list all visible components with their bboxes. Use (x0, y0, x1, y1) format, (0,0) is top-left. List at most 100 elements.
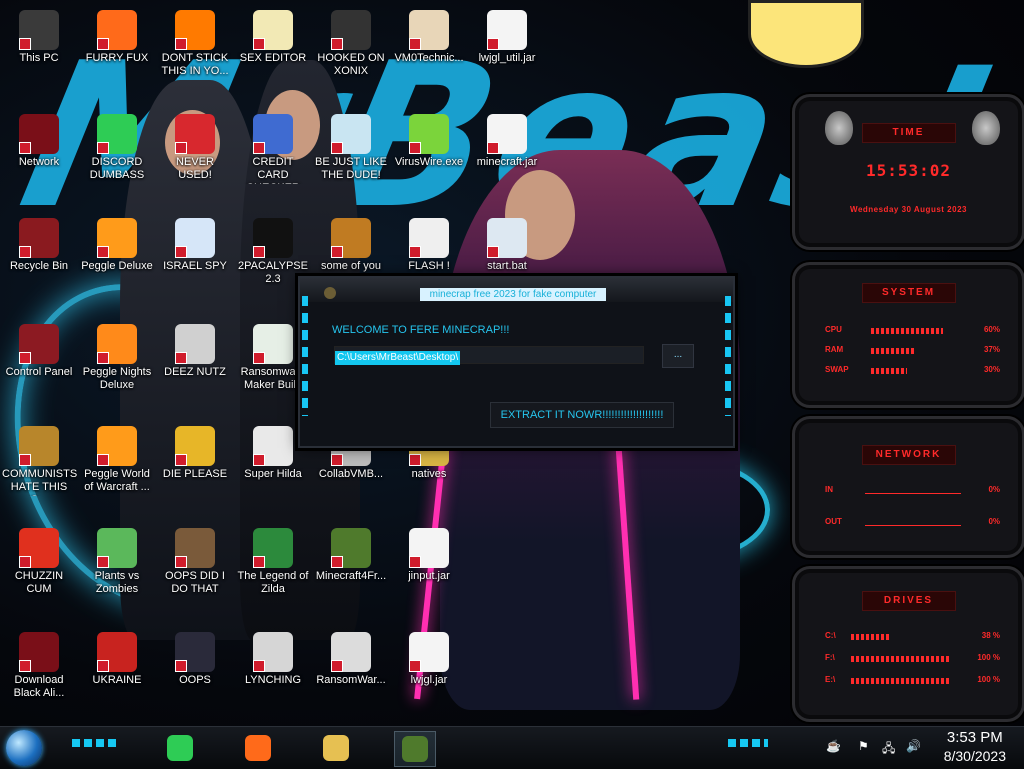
desktop-icon[interactable]: VM0Technic... (390, 4, 468, 65)
desktop-icon[interactable]: Peggle Deluxe (78, 212, 156, 273)
doctor-icon (409, 10, 449, 50)
desktop-icon[interactable]: DEEZ NUTZ (156, 318, 234, 379)
start-orb-icon[interactable] (6, 730, 42, 766)
system-gadget-title: SYSTEM (861, 283, 956, 303)
grass-block-icon (331, 528, 371, 568)
chat-icon (167, 735, 193, 761)
desktop-icon[interactable]: Network (0, 108, 78, 169)
drives-gadget-title: DRIVES (861, 591, 956, 611)
java-tray-icon[interactable]: ☕ (826, 739, 841, 753)
drives-gadget[interactable]: DRIVES C:\ 38 % F:\ 100 % E:\ 100 % (792, 566, 1024, 722)
desktop-icon[interactable]: UKRAINE (78, 626, 156, 687)
taskbar-clock[interactable]: 3:53 PM 8/30/2023 (944, 729, 1006, 765)
java-icon (409, 632, 449, 672)
drive-row: F:\ 100 % (825, 653, 1000, 665)
path-input[interactable]: C:\Users\MrBeast\Desktop\ (334, 346, 644, 365)
desktop-icon[interactable]: OOPS (156, 626, 234, 687)
desktop-icon[interactable]: COMMUNISTS HATE THIS G... (0, 420, 78, 496)
desktop-icon[interactable]: Peggle Nights Deluxe (78, 318, 156, 392)
taskbar-button[interactable] (160, 731, 200, 765)
desktop-icon-label: natives (411, 468, 447, 480)
shortcut-badge-icon (97, 246, 109, 258)
desktop-icon[interactable]: HOOKED ON XONIX (312, 4, 390, 78)
desktop-icon[interactable]: NEVER USED! (156, 108, 234, 182)
desktop-icon[interactable]: This PC (0, 4, 78, 65)
volume-icon[interactable]: 🔊 (906, 739, 921, 753)
taskbar-button[interactable] (238, 731, 278, 765)
desktop-icon-label: UKRAINE (92, 674, 142, 686)
computer-icon (19, 10, 59, 50)
network-icon[interactable]: 🖧 (882, 739, 895, 760)
desktop-icon[interactable]: Plants vs Zombies (78, 522, 156, 596)
control-panel-icon (19, 324, 59, 364)
desktop-icon[interactable]: some of you (312, 212, 390, 273)
desktop-icon-label: CollabVMB... (318, 468, 384, 480)
credit-card-icon (253, 114, 293, 154)
desktop-icon[interactable]: Minecraft4Fr... (312, 522, 390, 583)
network-out-row: OUT 0% (825, 517, 1000, 529)
desktop-icon[interactable]: minecraft.jar (468, 108, 546, 169)
desktop-icon[interactable]: LYNCHING (234, 626, 312, 687)
desktop-icon[interactable]: CHUZZIN CUM (0, 522, 78, 596)
browse-button[interactable]: ... (662, 344, 694, 368)
drive-row-value: 38 % (981, 631, 1000, 640)
desktop-icon[interactable]: SEX EDITOR (234, 4, 312, 65)
desktop-icon[interactable]: BE JUST LIKE THE DUDE! (312, 108, 390, 182)
network-gadget[interactable]: NETWORK IN 0% OUT 0% (792, 416, 1024, 558)
shortcut-badge-icon (19, 142, 31, 154)
extract-button[interactable]: EXTRACT IT NOWR!!!!!!!!!!!!!!!!!!!! (490, 402, 674, 428)
desktop-icon[interactable]: DIE PLEASE (156, 420, 234, 481)
desktop-icon[interactable]: FURRY FUX (78, 4, 156, 65)
radiation-icon (97, 632, 137, 672)
desktop-icon-label: Control Panel (5, 366, 73, 378)
desktop-icon[interactable]: jinput.jar (390, 522, 468, 583)
desktop-icon-label: VM0Technic... (394, 52, 464, 64)
network-icon (19, 114, 59, 154)
desktop-icon[interactable]: 2PACALYPSE 2.3 (234, 212, 312, 286)
dialog-edge-decoration (302, 296, 308, 416)
desktop-icon[interactable]: CREDIT CARD CHECKER (234, 108, 312, 184)
desktop-icon[interactable]: Recycle Bin (0, 212, 78, 273)
desktop-icon[interactable]: The Legend of Zilda (234, 522, 312, 596)
desktop-icon-label: LYNCHING (244, 674, 302, 686)
drive-row-label: F:\ (825, 653, 835, 662)
shortcut-badge-icon (19, 246, 31, 258)
java-icon (487, 10, 527, 50)
desktop-icon[interactable]: Control Panel (0, 318, 78, 379)
window-icon (253, 324, 293, 364)
shortcut-badge-icon (19, 352, 31, 364)
desktop-icon[interactable]: FLASH ! (390, 212, 468, 273)
installer-dialog[interactable]: minecrap free 2023 for fake computer WEL… (298, 276, 735, 448)
shortcut-badge-icon (175, 660, 187, 672)
peggle-icon (97, 426, 137, 466)
network-out-graph (865, 525, 961, 526)
desktop-icon[interactable]: lwjgl_util.jar (468, 4, 546, 65)
desktop-icon[interactable]: ISRAEL SPY (156, 212, 234, 273)
network-in-row: IN 0% (825, 485, 1000, 497)
dialog-title: minecrap free 2023 for fake computer (420, 288, 606, 301)
firefox-icon (245, 735, 271, 761)
drive-row-value: 100 % (977, 653, 1000, 662)
flag-icon[interactable]: ⚑ (858, 739, 869, 753)
desktop-icon-label: DEEZ NUTZ (164, 366, 226, 378)
time-gadget[interactable]: TIME 15:53:02 Wednesday 30 August 2023 (792, 94, 1024, 250)
desktop-icon[interactable]: Download Black Ali... (0, 626, 78, 700)
xonix-icon (331, 10, 371, 50)
shortcut-badge-icon (19, 454, 31, 466)
desktop-icon[interactable]: OOPS DID I DO THAT (156, 522, 234, 596)
desktop-icon[interactable]: Peggle World of Warcraft ... (78, 420, 156, 494)
desktop-icon[interactable]: start.bat (468, 212, 546, 273)
desktop-icon[interactable]: lwjgl.jar (390, 626, 468, 687)
taskbar-button[interactable] (316, 731, 356, 765)
desktop-icon[interactable]: DONT STICK THIS IN YO... (156, 4, 234, 78)
firefox-icon (97, 10, 137, 50)
system-gadget[interactable]: SYSTEM CPU 60% RAM 37% SWAP 30% (792, 262, 1024, 408)
taskbar-button[interactable] (394, 731, 436, 767)
window-stack-icon (175, 324, 215, 364)
shortcut-badge-icon (331, 142, 343, 154)
gadget-date: Wednesday 30 August 2023 (850, 205, 967, 214)
dialog-titlebar[interactable]: minecrap free 2023 for fake computer (300, 278, 733, 302)
desktop-icon[interactable]: RansomWar... (312, 626, 390, 687)
desktop-icon[interactable]: DISCORD DUMBASS (78, 108, 156, 182)
desktop-icon[interactable]: VirusWire.exe (390, 108, 468, 169)
